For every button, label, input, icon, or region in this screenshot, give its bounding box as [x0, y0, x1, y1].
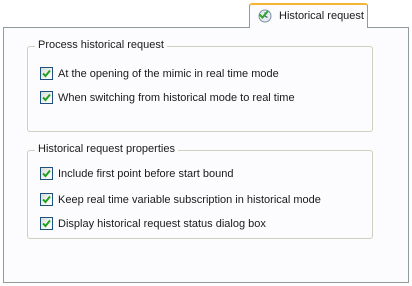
group-legend: Process historical request	[35, 39, 167, 51]
historical-request-panel: Process historical request At the openin…	[3, 27, 409, 283]
checkbox-label: When switching from historical mode to r…	[58, 91, 295, 104]
checkbox-keep-subscription[interactable]	[40, 193, 53, 206]
historical-request-properties-group: Historical request properties Include fi…	[27, 143, 373, 239]
checkbox-label: Display historical request status dialog…	[58, 217, 266, 230]
history-icon	[258, 9, 272, 23]
checkmark-icon	[42, 93, 51, 102]
checkbox-row-include-first-point[interactable]: Include first point before start bound	[40, 167, 234, 180]
checkbox-switching-mode[interactable]	[40, 91, 53, 104]
checkmark-icon	[42, 195, 51, 204]
checkmark-icon	[42, 169, 51, 178]
checkmark-icon	[42, 219, 51, 228]
checkbox-label: Keep real time variable subscription in …	[58, 193, 321, 206]
checkbox-row-opening-mimic[interactable]: At the opening of the mimic in real time…	[40, 67, 279, 80]
checkbox-include-first-point[interactable]	[40, 167, 53, 180]
checkbox-label: At the opening of the mimic in real time…	[58, 67, 279, 80]
checkbox-opening-mimic[interactable]	[40, 67, 53, 80]
group-legend: Historical request properties	[35, 143, 178, 155]
checkbox-row-display-status-dialog[interactable]: Display historical request status dialog…	[40, 217, 266, 230]
tab-historical-request[interactable]: Historical request	[249, 3, 368, 28]
process-historical-request-group: Process historical request At the openin…	[27, 39, 373, 132]
checkbox-row-keep-subscription[interactable]: Keep real time variable subscription in …	[40, 193, 321, 206]
checkbox-label: Include first point before start bound	[58, 167, 234, 180]
checkmark-icon	[42, 69, 51, 78]
checkbox-display-status-dialog[interactable]	[40, 217, 53, 230]
tab-label: Historical request	[279, 10, 364, 22]
checkbox-row-switching-mode[interactable]: When switching from historical mode to r…	[40, 91, 295, 104]
